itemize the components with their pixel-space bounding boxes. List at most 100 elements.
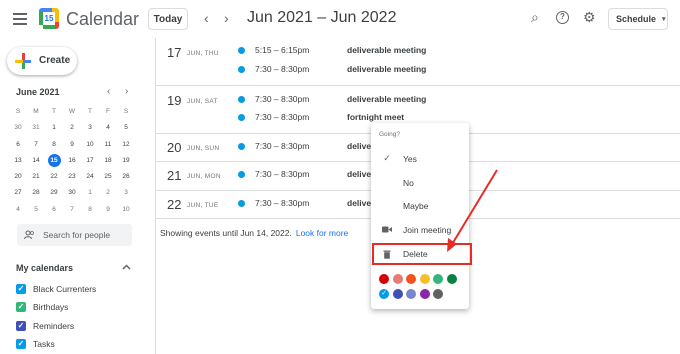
mini-day[interactable]: 3 xyxy=(81,120,99,136)
color-swatch[interactable] xyxy=(406,289,416,299)
option-label: Yes xyxy=(403,154,417,164)
mini-day[interactable]: 7 xyxy=(27,137,45,153)
search-people-input[interactable]: Search for people xyxy=(17,224,132,246)
mini-day[interactable]: 31 xyxy=(27,120,45,136)
calendar-item[interactable]: ✓ Tasks xyxy=(16,339,55,349)
rsvp-no-option[interactable]: No xyxy=(371,173,469,193)
calendar-item[interactable]: ✓ Birthdays xyxy=(16,302,68,312)
color-swatches-row: ✓ xyxy=(379,289,447,299)
event-time: 7:30 – 8:30pm xyxy=(255,169,310,179)
mini-prev-month-icon[interactable]: ‹ xyxy=(107,86,110,97)
mini-day[interactable]: 5 xyxy=(117,120,135,136)
mini-day[interactable]: 30 xyxy=(9,120,27,136)
checkbox-checked-icon[interactable]: ✓ xyxy=(16,339,26,349)
look-for-more-link[interactable]: Look for more xyxy=(296,228,348,238)
mini-day[interactable]: 26 xyxy=(117,169,135,185)
settings-gear-icon[interactable]: ⚙ xyxy=(583,9,596,26)
option-label: Maybe xyxy=(403,201,429,211)
mini-day[interactable]: 30 xyxy=(63,185,81,201)
event-title: fortnight meet xyxy=(347,112,405,122)
mini-day[interactable]: 8 xyxy=(45,137,63,153)
calendar-item[interactable]: ✓ Black Currenters xyxy=(16,284,96,294)
checkbox-checked-icon[interactable]: ✓ xyxy=(16,321,26,331)
color-swatch[interactable] xyxy=(446,274,457,284)
mini-day[interactable]: 10 xyxy=(117,202,135,218)
mini-day[interactable]: 22 xyxy=(45,169,63,185)
event-time: 7:30 – 8:30pm xyxy=(255,112,310,122)
event-dot xyxy=(238,143,245,150)
mini-day[interactable]: 2 xyxy=(99,185,117,201)
mini-day[interactable]: 6 xyxy=(45,202,63,218)
mini-day[interactable]: 24 xyxy=(81,169,99,185)
event-row[interactable]: 7:30 – 8:30pm deliverable meeting xyxy=(156,91,680,109)
rsvp-yes-option[interactable]: ✓ Yes xyxy=(371,149,469,169)
mini-day[interactable]: 13 xyxy=(9,153,27,169)
color-swatch[interactable] xyxy=(433,289,443,299)
mini-day[interactable]: 1 xyxy=(45,120,63,136)
mini-day[interactable]: 4 xyxy=(9,202,27,218)
mini-day[interactable]: 28 xyxy=(27,185,45,201)
checkbox-checked-icon[interactable]: ✓ xyxy=(16,284,26,294)
chevron-down-icon: ▾ xyxy=(662,16,666,23)
mini-day[interactable]: 4 xyxy=(99,120,117,136)
mini-day[interactable]: 2 xyxy=(63,120,81,136)
color-swatch[interactable] xyxy=(433,274,443,284)
chevron-up-icon[interactable] xyxy=(122,262,131,272)
mini-day[interactable]: 6 xyxy=(9,137,27,153)
view-selector-button[interactable]: Schedule ▾ xyxy=(608,8,668,30)
help-icon[interactable]: ? xyxy=(556,11,569,24)
mini-day[interactable]: 23 xyxy=(63,169,81,185)
mini-day[interactable]: 3 xyxy=(117,185,135,201)
mini-day-today[interactable]: 15 xyxy=(45,153,63,169)
mini-day[interactable]: 8 xyxy=(81,202,99,218)
color-swatch[interactable] xyxy=(406,274,416,284)
mini-day[interactable]: 11 xyxy=(99,137,117,153)
event-row[interactable]: 5:15 – 6:15pm deliverable meeting xyxy=(156,42,680,60)
mini-day[interactable]: 21 xyxy=(27,169,45,185)
event-time: 7:30 – 8:30pm xyxy=(255,141,310,151)
color-swatch[interactable] xyxy=(379,274,389,284)
mini-day[interactable]: 18 xyxy=(99,153,117,169)
color-swatch[interactable] xyxy=(392,289,403,299)
color-swatches-row xyxy=(379,274,460,284)
search-icon[interactable]: ⌕ xyxy=(531,9,539,26)
mini-day[interactable]: 1 xyxy=(81,185,99,201)
mini-day[interactable]: 9 xyxy=(63,137,81,153)
next-period-icon[interactable]: › xyxy=(224,10,229,26)
color-swatch[interactable] xyxy=(392,274,403,284)
mini-day[interactable]: 29 xyxy=(45,185,63,201)
mini-next-month-icon[interactable]: › xyxy=(125,86,128,97)
mini-day[interactable]: 14 xyxy=(27,153,45,169)
main-menu-icon[interactable] xyxy=(13,13,27,25)
mini-day[interactable]: 9 xyxy=(99,202,117,218)
rsvp-maybe-option[interactable]: Maybe xyxy=(371,196,469,216)
showing-events-note: Showing events until Jun 14, 2022. Look f… xyxy=(160,228,348,238)
calendar-item[interactable]: ✓ Reminders xyxy=(16,321,74,331)
mini-day[interactable]: 12 xyxy=(117,137,135,153)
checkbox-checked-icon[interactable]: ✓ xyxy=(16,302,26,312)
event-dot xyxy=(238,171,245,178)
delete-highlight-annotation xyxy=(372,243,472,265)
color-swatch[interactable] xyxy=(419,289,430,299)
color-swatch-selected[interactable]: ✓ xyxy=(379,289,389,299)
mini-day[interactable]: 20 xyxy=(9,169,27,185)
my-calendars-heading[interactable]: My calendars xyxy=(16,263,73,273)
mini-day[interactable]: 27 xyxy=(9,185,27,201)
today-button[interactable]: Today xyxy=(148,8,188,30)
calendar-label: Birthdays xyxy=(33,302,69,312)
color-swatch[interactable] xyxy=(419,274,430,284)
mini-day[interactable]: 7 xyxy=(63,202,81,218)
mini-day[interactable]: 17 xyxy=(81,153,99,169)
mini-day[interactable]: 10 xyxy=(81,137,99,153)
mini-day[interactable]: 19 xyxy=(117,153,135,169)
event-row[interactable]: 7:30 – 8:30pm deliverable meeting xyxy=(156,61,680,79)
previous-period-icon[interactable]: ‹ xyxy=(204,10,209,26)
calendar-logo: 15 xyxy=(39,8,59,29)
event-time: 7:30 – 8:30pm xyxy=(255,94,310,104)
mini-day[interactable]: 25 xyxy=(99,169,117,185)
mini-day[interactable]: 16 xyxy=(63,153,81,169)
mini-day[interactable]: 5 xyxy=(27,202,45,218)
mini-calendar-grid: S M T W T F S 30 31 1 2 3 4 5 6 7 8 9 10… xyxy=(9,104,135,218)
create-button[interactable]: Create xyxy=(7,47,77,75)
join-meeting-option[interactable]: Join meeting xyxy=(371,220,469,240)
